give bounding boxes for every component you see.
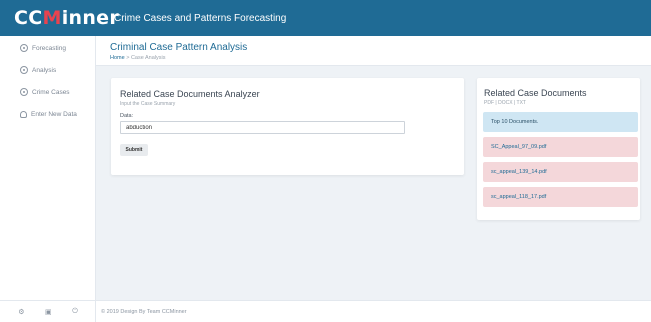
sidebar-footer: ⚙ ▣ ⏻ <box>0 300 96 322</box>
sidebar-item-analysis[interactable]: Analysis <box>0 59 95 81</box>
power-icon[interactable]: ⏻ <box>72 308 78 316</box>
app-title: Crime Cases and Patterns Forecasting <box>114 12 287 24</box>
breadcrumb-current: Case Analysis <box>130 55 166 61</box>
sidebar-item-label: Crime Cases <box>32 88 70 96</box>
brand-highlight: M <box>42 7 62 29</box>
sidebar-item-label: Analysis <box>32 66 57 74</box>
analyzer-subtitle: Input the Case Summary <box>120 101 176 107</box>
analyzer-card: Related Case Documents Analyzer Input th… <box>111 78 464 175</box>
related-documents-card: Related Case Documents PDF | DOCX | TXT … <box>477 78 640 220</box>
clock-icon <box>20 44 28 52</box>
breadcrumb-home[interactable]: Home <box>110 55 125 61</box>
clock-icon <box>20 88 28 96</box>
top-documents-notice: Top 10 Documents. <box>483 112 638 132</box>
document-link[interactable]: sc_appeal_139_14.pdf <box>483 162 638 182</box>
clock-icon <box>20 66 28 74</box>
brand-logo[interactable]: CCMinner <box>0 7 119 29</box>
breadcrumb: Home > Case Analysis <box>110 55 651 61</box>
breadcrumb-separator: > <box>126 55 130 61</box>
sidebar-item-crime-cases[interactable]: Crime Cases <box>0 81 95 103</box>
sidebar-item-enter-new-data[interactable]: Enter New Data <box>0 103 95 125</box>
settings-icon[interactable]: ⚙ <box>18 308 24 316</box>
brand-prefix: CC <box>14 7 43 29</box>
sidebar: Forecasting Analysis Crime Cases Enter N… <box>0 36 96 322</box>
footer-text: © 2019 Design By Team CCMinner <box>101 308 187 315</box>
data-field-label: Data: <box>120 113 134 119</box>
sidebar-item-forecasting[interactable]: Forecasting <box>0 37 95 59</box>
sidebar-item-label: Enter New Data <box>31 110 77 118</box>
user-add-icon <box>20 110 27 118</box>
page-footer: © 2019 Design By Team CCMinner <box>96 300 651 322</box>
submit-button[interactable]: Submit <box>120 144 148 156</box>
related-title: Related Case Documents <box>484 88 587 98</box>
page-title: Criminal Case Pattern Analysis <box>110 42 248 53</box>
top-bar: CCMinner Crime Cases and Patterns Foreca… <box>0 0 651 36</box>
data-input[interactable] <box>120 121 405 134</box>
keyboard-icon[interactable]: ▣ <box>45 308 52 316</box>
page-header: Criminal Case Pattern Analysis Home > Ca… <box>96 36 651 66</box>
analyzer-title: Related Case Documents Analyzer <box>120 89 260 99</box>
document-link[interactable]: SC_Appeal_97_09.pdf <box>483 137 638 157</box>
brand-suffix: inner <box>61 7 120 29</box>
sidebar-item-label: Forecasting <box>32 44 66 52</box>
related-subtitle: PDF | DOCX | TXT <box>484 100 526 106</box>
document-link[interactable]: sc_appeal_118_17.pdf <box>483 187 638 207</box>
